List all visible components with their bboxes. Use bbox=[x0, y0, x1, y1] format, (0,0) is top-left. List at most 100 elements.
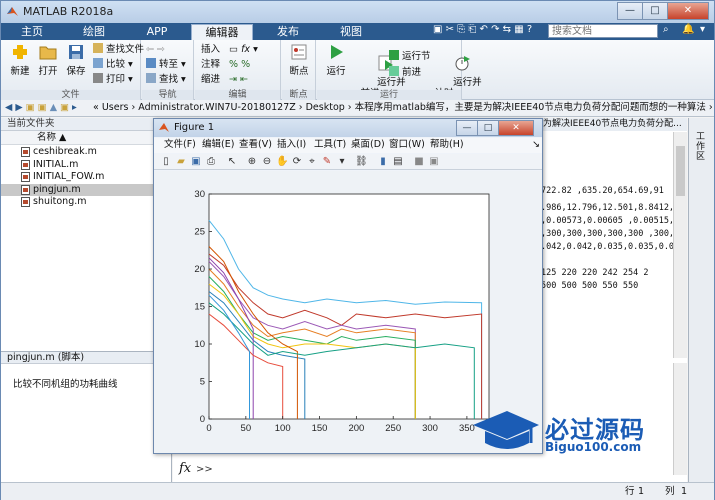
comment-button[interactable]: 注释 % % bbox=[201, 58, 250, 71]
editor-tab[interactable]: 为解决IEEE40节点电力负荷分配... bbox=[541, 118, 687, 131]
run-button[interactable]: 运行 bbox=[323, 44, 349, 77]
zoom-in-icon[interactable]: ⊕ bbox=[246, 156, 258, 168]
insert-button[interactable]: 插入 ▭ fx ▾ bbox=[201, 43, 258, 56]
list-item[interactable]: INITIAL.m bbox=[1, 159, 171, 172]
new-button[interactable]: 新建 bbox=[7, 44, 33, 77]
comment-label: 注释 bbox=[201, 59, 221, 70]
menu-window[interactable]: 窗口(W) bbox=[389, 138, 425, 152]
figure-title: Figure 1 bbox=[174, 122, 215, 133]
hide-plot-tools-icon[interactable]: ■ bbox=[413, 156, 425, 168]
pan-icon[interactable]: ✋ bbox=[276, 156, 288, 168]
editor-ribbon: 新建 打开 保存 查找文件 比较 ▾ 打印 ▾ 文件 ⇦ ⇨ 转至 ▾ 查找 ▾… bbox=[1, 40, 714, 100]
find-files-label: 查找文件 bbox=[106, 44, 145, 55]
run-label: 运行 bbox=[326, 66, 346, 77]
tab-plots[interactable]: 绘图 bbox=[65, 24, 123, 40]
goto-button[interactable]: 转至 ▾ bbox=[146, 58, 186, 71]
find-button[interactable]: 查找 ▾ bbox=[146, 73, 186, 86]
y-tick-label-2: 10 bbox=[194, 339, 205, 350]
figure-close-button[interactable]: ✕ bbox=[498, 120, 534, 136]
link-dropdown-icon[interactable]: ▾ bbox=[336, 156, 348, 168]
file-group: 新建 打开 保存 查找文件 比较 ▾ 打印 ▾ 文件 bbox=[1, 40, 144, 100]
figure-maximize-button[interactable]: □ bbox=[477, 120, 499, 136]
quick-access-toolbar[interactable]: ▣ ✂ ⎘ ⎗ ↶ ↷ ⇆ ▦ ? bbox=[433, 24, 532, 35]
list-item[interactable]: ceshibreak.m bbox=[1, 146, 171, 159]
menu-view[interactable]: 查看(V) bbox=[239, 138, 272, 152]
open-button[interactable]: 打开 bbox=[35, 44, 61, 77]
output-line: ,0.00573,0.00605 ,0.00515, bbox=[541, 216, 675, 226]
indent-button[interactable]: 缩进 ⇥ ⇤ bbox=[201, 73, 248, 86]
open-file-icon[interactable]: ▰ bbox=[175, 156, 187, 168]
compare-button[interactable]: 比较 ▾ bbox=[93, 58, 133, 71]
navigate-group: ⇦ ⇨ 转至 ▾ 查找 ▾ 导航 bbox=[142, 40, 194, 100]
find-files-button[interactable]: 查找文件 bbox=[93, 43, 144, 56]
search-docs-input[interactable] bbox=[548, 24, 658, 38]
menu-edit[interactable]: 编辑(E) bbox=[202, 138, 234, 152]
x-tick-label-2: 100 bbox=[275, 423, 291, 434]
save-figure-icon[interactable]: ▣ bbox=[190, 156, 202, 168]
data-cursor-icon[interactable]: ⌖ bbox=[306, 156, 318, 168]
legend-icon[interactable]: ▤ bbox=[392, 156, 404, 168]
tab-home[interactable]: 主页 bbox=[5, 24, 59, 40]
uncomment-icon: % bbox=[241, 59, 251, 70]
sort-ascending-icon: ▲ bbox=[59, 132, 67, 143]
address-bar: ◀ ▶ ▣ ▣ ▲ ▣ ▸ « Users › Administrator.WI… bbox=[1, 100, 714, 117]
current-folder-path[interactable]: « Users › Administrator.WIN7U-20180127Z … bbox=[93, 100, 714, 116]
dock-arrow-icon[interactable]: ↘ bbox=[532, 138, 540, 152]
m-file-icon bbox=[21, 197, 30, 207]
save-button[interactable]: 保存 bbox=[63, 44, 89, 77]
run-section-label: 运行节 bbox=[402, 51, 431, 62]
menu-help[interactable]: 帮助(H) bbox=[430, 138, 464, 152]
fx-icon: fx bbox=[241, 44, 251, 55]
figure-title-bar: Figure 1 — □ ✕ bbox=[154, 119, 542, 137]
link-plot-icon[interactable]: ⛓ bbox=[355, 156, 368, 168]
back-forward-button[interactable]: ⇦ ⇨ bbox=[146, 43, 165, 56]
open-folder-icon bbox=[39, 46, 57, 60]
file-name: INITIAL.m bbox=[33, 158, 79, 170]
edit-plot-icon[interactable]: ↖ bbox=[226, 156, 238, 168]
brush-icon[interactable]: ✎ bbox=[321, 156, 333, 168]
menu-insert[interactable]: 插入(I) bbox=[277, 138, 306, 152]
advance-button[interactable]: 前进 bbox=[389, 66, 421, 79]
zoom-out-icon[interactable]: ⊖ bbox=[261, 156, 273, 168]
tab-view[interactable]: 视图 bbox=[323, 24, 379, 40]
notifications-icon[interactable]: 🔔 bbox=[682, 24, 694, 35]
print-button[interactable]: 打印 ▾ bbox=[93, 73, 133, 86]
menu-file[interactable]: 文件(F) bbox=[164, 138, 196, 152]
run-time-icon bbox=[455, 56, 471, 71]
figure-minimize-button[interactable]: — bbox=[456, 120, 478, 136]
tab-apps[interactable]: APP bbox=[129, 24, 185, 40]
list-item[interactable]: shuitong.m bbox=[1, 196, 171, 209]
address-nav-buttons[interactable]: ◀ ▶ ▣ ▣ ▲ ▣ ▸ bbox=[5, 100, 77, 116]
name-column-header[interactable]: 名称 ▲ bbox=[1, 131, 171, 145]
m-file-icon bbox=[21, 184, 30, 195]
scrollbar-thumb[interactable] bbox=[676, 146, 685, 196]
tab-publish[interactable]: 发布 bbox=[259, 24, 317, 40]
minimize-button[interactable]: — bbox=[617, 2, 643, 20]
editor-scrollbar[interactable] bbox=[673, 132, 687, 358]
m-file-icon bbox=[21, 147, 30, 157]
print-figure-icon[interactable]: ⎙ bbox=[205, 156, 217, 168]
expand-icon[interactable]: ▾ bbox=[700, 24, 705, 35]
search-icon[interactable]: ⌕ bbox=[663, 24, 669, 35]
colorbar-icon[interactable]: ▮ bbox=[377, 156, 389, 168]
maximize-button[interactable]: □ bbox=[642, 2, 668, 20]
run-section-button[interactable]: 运行节 bbox=[389, 50, 431, 63]
m-file-icon bbox=[21, 172, 30, 182]
tab-editor[interactable]: 编辑器 bbox=[191, 24, 253, 40]
x-tick-label-6: 300 bbox=[422, 423, 438, 434]
new-figure-icon[interactable]: ▯ bbox=[160, 156, 172, 168]
menu-tools[interactable]: 工具(T) bbox=[314, 138, 346, 152]
file-name: ceshibreak.m bbox=[33, 146, 97, 157]
show-plot-tools-icon[interactable]: ▣ bbox=[428, 156, 440, 168]
breakpoints-button[interactable]: 断点 bbox=[286, 44, 312, 77]
figure-window[interactable]: Figure 1 — □ ✕ 文件(F) 编辑(E) 查看(V) 插入(I) 工… bbox=[153, 118, 543, 454]
fx-icon[interactable]: fx bbox=[179, 461, 191, 476]
rotate-3d-icon[interactable]: ⟳ bbox=[291, 156, 303, 168]
breakpoints-group: 断点 断点 bbox=[282, 40, 316, 100]
status-bar: 行 1 列 1 bbox=[1, 482, 714, 500]
list-item[interactable]: INITIAL_FOW.m bbox=[1, 171, 171, 184]
insert-dropdown-icon: ▾ bbox=[253, 44, 258, 55]
menu-desktop[interactable]: 桌面(D) bbox=[351, 138, 385, 152]
close-button[interactable]: ✕ bbox=[667, 2, 709, 20]
list-item-selected[interactable]: pingjun.m bbox=[1, 183, 171, 196]
